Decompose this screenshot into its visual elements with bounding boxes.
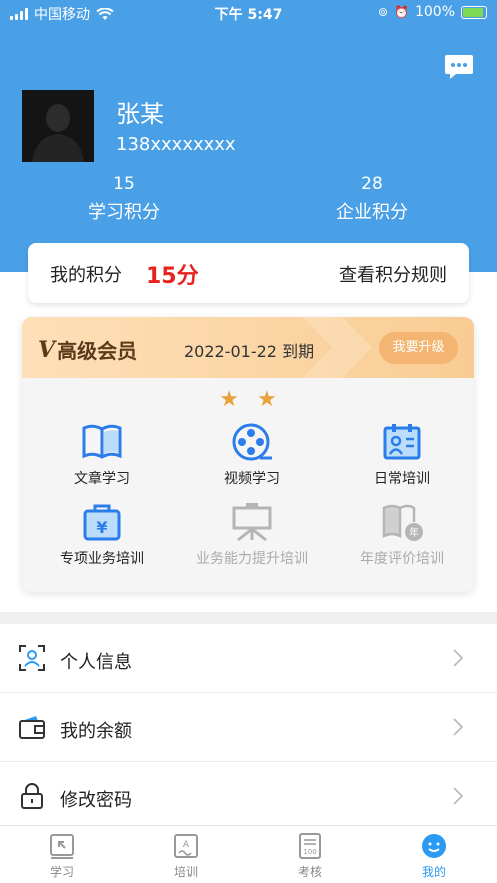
menu-label: 我的余额 (60, 721, 132, 742)
tab-label: 学习 (49, 865, 74, 879)
battery-icon (461, 5, 487, 19)
feature-special-business-training[interactable]: ¥ 专项业务培训 (27, 502, 177, 568)
feature-article-study[interactable]: 文章学习 (27, 422, 177, 488)
feature-label: 年度评价培训 (360, 551, 444, 567)
company-points-value: 28 (361, 174, 383, 194)
chevron-right-icon (453, 787, 463, 805)
personal-info-icon (19, 645, 45, 671)
yen-briefcase-icon: ¥ (83, 504, 121, 541)
alarm-icon: ⏰ (394, 5, 409, 19)
film-reel-icon (232, 423, 272, 461)
points-card: 我的积分 15分 查看积分规则 (28, 243, 469, 303)
tab-label: 我的 (421, 865, 446, 879)
svg-text:年: 年 (409, 526, 419, 539)
chevron-right-icon (453, 649, 463, 667)
message-icon[interactable] (444, 54, 474, 80)
feature-daily-training[interactable]: 日常培训 (327, 422, 474, 488)
feature-annual-evaluation-training: 年 年度评价培训 (327, 502, 474, 568)
bottom-tab-bar: 学习 A 培训 100 考核 我的 (0, 825, 497, 883)
upgrade-button[interactable]: 我要升级 (379, 332, 458, 364)
study-points-label: 学习积分 (88, 202, 160, 223)
status-bar: 中国移动 下午 5:47 ⊚ ⏰ 100% (0, 0, 497, 26)
feature-video-study[interactable]: 视频学习 (177, 422, 327, 488)
company-points-stat[interactable]: 28 企业积分 (292, 174, 452, 224)
vip-logo-letter: V (38, 336, 56, 363)
wallet-icon (19, 716, 45, 739)
battery-percent: 100% (414, 4, 455, 20)
user-phone: 138xxxxxxxx (116, 134, 236, 155)
tab-exam[interactable]: 100 考核 (270, 832, 350, 880)
tab-study[interactable]: 学习 (22, 832, 102, 880)
study-icon (50, 834, 74, 859)
feature-label: 业务能力提升培训 (196, 551, 308, 567)
feature-label: 文章学习 (74, 471, 130, 487)
daily-training-icon (383, 424, 421, 460)
profile-face-icon (422, 834, 446, 858)
study-points-value: 15 (113, 174, 135, 194)
tab-label: 考核 (297, 865, 322, 879)
vip-card: V 高级会员 2022-01-22 到期 我要升级 ★★ 文章学习 视频学习 日… (22, 317, 474, 592)
tab-label: 培训 (173, 865, 198, 879)
svg-text:A: A (183, 840, 190, 850)
annual-book-icon: 年 (382, 504, 423, 541)
vip-expiry: 2022-01-22 到期 (184, 342, 315, 361)
lock-icon (21, 783, 43, 809)
study-points-stat[interactable]: 15 学习积分 (44, 174, 204, 224)
svg-text:¥: ¥ (96, 518, 107, 537)
tab-training[interactable]: A 培训 (146, 832, 226, 880)
menu-item-change-password[interactable]: 修改密码 (0, 762, 497, 831)
vip-stars: ★★ (219, 387, 295, 412)
menu-item-my-balance[interactable]: 我的余额 (0, 693, 497, 762)
feature-ability-training: 业务能力提升培训 (177, 502, 327, 568)
exam-icon: 100 (299, 833, 321, 859)
rotation-lock-icon: ⊚ (377, 5, 389, 19)
section-divider (0, 612, 497, 624)
svg-text:100: 100 (303, 848, 316, 856)
menu-label: 修改密码 (60, 790, 132, 811)
vip-level: 高级会员 (57, 339, 138, 363)
menu-item-personal-info[interactable]: 个人信息 (0, 624, 497, 693)
chevron-right-icon (453, 718, 463, 736)
training-icon: A (174, 834, 198, 858)
vip-banner: V 高级会员 2022-01-22 到期 我要升级 (22, 317, 474, 378)
user-name: 张某 (116, 100, 164, 128)
vip-badge: V 高级会员 (38, 335, 137, 364)
book-icon (82, 424, 122, 459)
points-rules-link[interactable]: 查看积分规则 (339, 261, 447, 287)
company-points-label: 企业积分 (336, 202, 408, 223)
feature-label: 专项业务培训 (60, 551, 144, 567)
tab-mine[interactable]: 我的 (394, 832, 474, 880)
presentation-board-icon (232, 503, 272, 542)
feature-label: 日常培训 (374, 471, 430, 487)
menu-label: 个人信息 (60, 652, 132, 673)
my-points-label: 我的积分 (50, 265, 122, 286)
settings-menu: 个人信息 我的余额 修改密码 (0, 624, 497, 831)
my-points-value: 15分 (146, 264, 199, 289)
feature-label: 视频学习 (224, 471, 280, 487)
avatar[interactable] (22, 90, 94, 162)
